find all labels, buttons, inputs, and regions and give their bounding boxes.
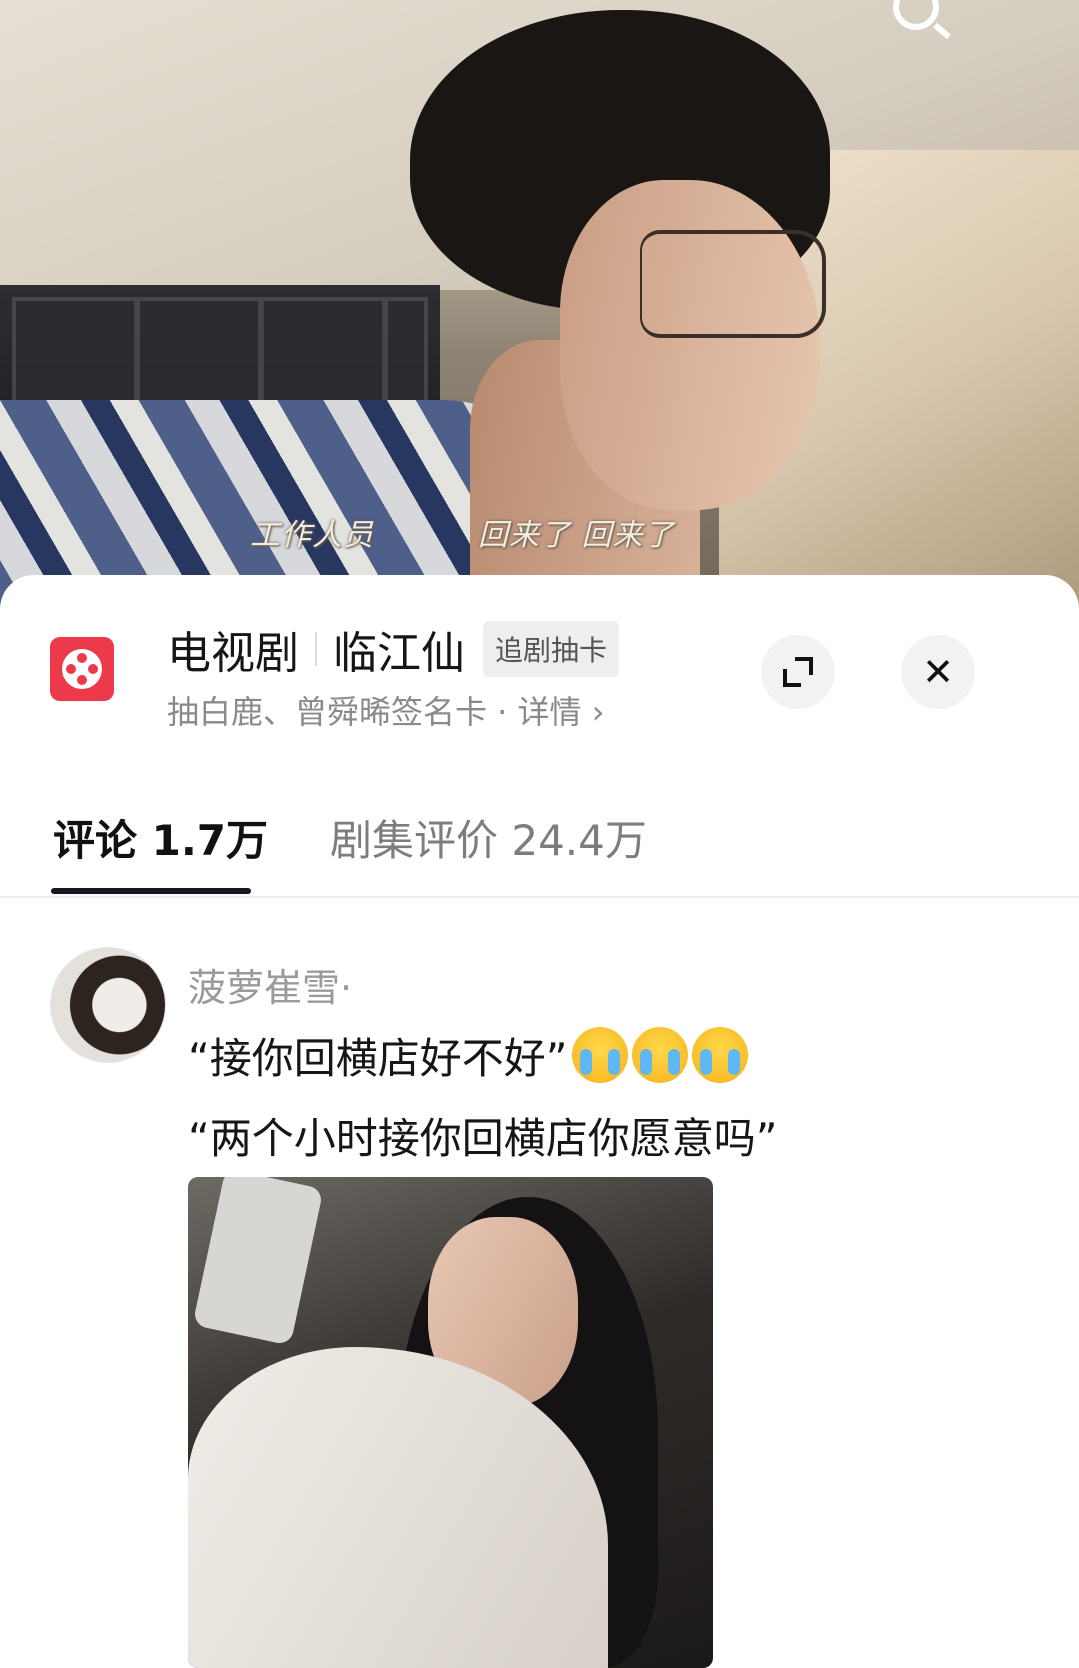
active-tab-indicator [51,888,251,894]
tab-episode-reviews[interactable]: 剧集评价 24.4万 [330,807,647,868]
close-button[interactable]: ✕ [901,635,975,709]
film-reel-icon-inner [62,649,102,689]
comment-text-line-1-text: “接你回横店好不好” [188,1034,568,1083]
expand-button[interactable] [761,635,835,709]
crying-face-icon [631,1027,688,1083]
expand-icon [783,657,813,687]
comment-username[interactable]: 菠萝崔雪· [188,957,352,1012]
tab-comments[interactable]: 评论 1.7万 [53,807,268,868]
crying-face-icon [571,1027,628,1083]
show-title: 临江仙 [333,628,465,679]
comment-sheet: 电视剧 临江仙 追剧抽卡 抽白鹿、曾舜晞签名卡 · 详情 › ✕ 评论 1.7万… [0,575,1079,1668]
close-icon: ✕ [922,650,954,694]
comment-text-line-1: “接你回横店好不好” [188,1025,748,1086]
video-frame-glasses [640,230,826,338]
tabs-divider [0,896,1079,898]
promo-details-link[interactable]: 抽白鹿、曾舜晞签名卡 · 详情 › [167,687,605,733]
film-reel-icon[interactable] [50,637,114,701]
avatar[interactable] [50,947,166,1063]
title-separator [315,632,317,666]
comment-image-phone [192,1177,324,1346]
comment-image[interactable] [188,1177,713,1668]
video-player[interactable]: 工作人员 回来了 回来了 [0,0,1079,640]
show-title-row[interactable]: 电视剧 临江仙 追剧抽卡 [167,617,620,681]
comment-text-line-2: “两个小时接你回横店你愿意吗” [188,1114,778,1163]
crying-face-icon [691,1027,748,1083]
show-category: 电视剧 [167,628,299,679]
video-subtitle-speaker: 工作人员 [250,518,374,553]
video-subtitle-text: 回来了 回来了 [478,518,675,553]
promo-tag[interactable]: 追剧抽卡 [483,621,620,677]
